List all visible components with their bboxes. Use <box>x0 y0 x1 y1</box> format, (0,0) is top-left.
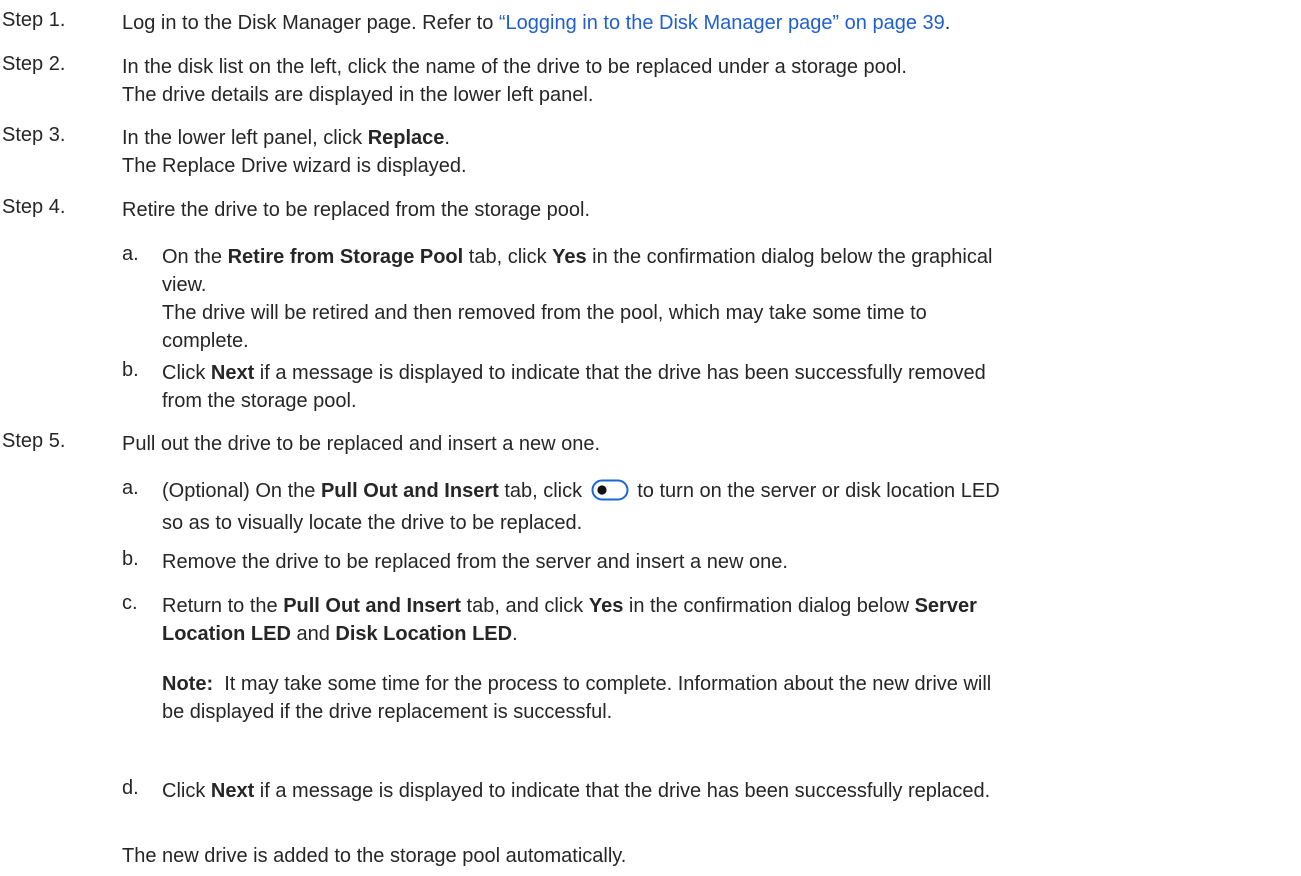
substep-letter: d. <box>122 777 139 799</box>
substep-letter: a. <box>122 477 139 499</box>
substep-text: from the storage pool. <box>162 390 357 412</box>
substep-text: . <box>512 623 518 645</box>
ui-term: Server <box>914 595 977 617</box>
ui-term: Next <box>210 362 255 384</box>
step-text: In the disk list on the left, click the … <box>122 56 907 78</box>
ui-term: Yes <box>552 246 587 268</box>
note: Note: It may take some time for the proc… <box>162 670 1292 726</box>
step-body: In the disk list on the left, click the … <box>122 53 1292 109</box>
step-text: Log in to the Disk Manager page. Refer t… <box>122 12 499 34</box>
closing-paragraph: The new drive is added to the storage po… <box>122 845 627 867</box>
substep-text: (Optional) On the <box>162 480 321 502</box>
step-text: . <box>944 12 951 34</box>
step-result: The drive details are displayed in the l… <box>122 84 594 106</box>
step-body: In the lower left panel, click Replace. … <box>122 124 1292 180</box>
step-text: Pull out the drive to be replaced and in… <box>122 433 601 455</box>
substep-text: so as to visually locate the drive to be… <box>162 512 583 534</box>
substep-text: and <box>290 623 336 645</box>
ui-term: Retire from Storage Pool <box>227 246 464 268</box>
substep-text: tab, click <box>463 246 553 268</box>
substep-text: view. <box>162 274 207 296</box>
step-body: Retire the drive to be replaced from the… <box>122 196 1292 224</box>
step-result: The Replace Drive wizard is displayed. <box>122 155 467 177</box>
substep-body: Click Next if a message is displayed to … <box>162 359 1292 415</box>
ui-term: Yes <box>588 595 624 617</box>
ui-term: Replace <box>367 127 445 149</box>
ui-term: Pull Out and Insert <box>283 595 461 617</box>
substep-text: if a message is displayed to indicate th… <box>254 362 986 384</box>
note-label: Note: <box>162 673 214 695</box>
substep-body: On the Retire from Storage Pool tab, cli… <box>162 243 1292 355</box>
substep-letter: a. <box>122 243 139 265</box>
ui-term: Pull Out and Insert <box>320 480 499 502</box>
substep-text: in the confirmation dialog below <box>623 595 915 617</box>
step-label: Step 4. <box>2 196 66 218</box>
step-label: Step 1. <box>2 9 66 31</box>
substep-text: On the <box>162 246 228 268</box>
substep-letter: c. <box>122 592 138 614</box>
substep-text: Click <box>162 780 211 802</box>
ui-term: Location LED <box>162 623 291 645</box>
substep-text: if a message is displayed to indicate th… <box>254 780 991 802</box>
substep-result: The drive will be retired and then remov… <box>162 302 927 324</box>
step-body: Log in to the Disk Manager page. Refer t… <box>122 9 1292 37</box>
step-label: Step 2. <box>2 53 66 75</box>
step-text: In the lower left panel, click <box>122 127 368 149</box>
step-body: Pull out the drive to be replaced and in… <box>122 430 1292 458</box>
substep-text: Click <box>162 362 211 384</box>
note-text: be displayed if the drive replacement is… <box>162 701 613 723</box>
step-label: Step 5. <box>2 430 66 452</box>
substep-body: Click Next if a message is displayed to … <box>162 777 1292 805</box>
cross-reference-link[interactable]: “Logging in to the Disk Manager page” on… <box>499 12 945 34</box>
substep-text: tab, and click <box>460 595 589 617</box>
ui-term: Next <box>210 780 255 802</box>
step-text: Retire the drive to be replaced from the… <box>122 199 591 221</box>
substep-letter: b. <box>122 359 139 381</box>
substep-body: Remove the drive to be replaced from the… <box>162 548 1292 576</box>
substep-body: Return to the Pull Out and Insert tab, a… <box>162 592 1292 726</box>
substep-letter: b. <box>122 548 139 570</box>
substep-text: Remove the drive to be replaced from the… <box>162 551 788 573</box>
step-text: . <box>444 127 450 149</box>
substep-text: Return to the <box>162 595 284 617</box>
toggle-switch-icon <box>591 479 629 509</box>
substep-text: in the confirmation dialog below the gra… <box>586 246 993 268</box>
substep-text: tab, click <box>498 480 588 502</box>
substep-text: to turn on the server or disk location L… <box>631 480 1000 502</box>
substep-result: complete. <box>162 330 249 352</box>
ui-term: Disk Location LED <box>335 623 513 645</box>
note-text: It may take some time for the process to… <box>213 673 992 695</box>
substep-body: (Optional) On the Pull Out and Insert ta… <box>162 477 1292 537</box>
step-label: Step 3. <box>2 124 66 146</box>
